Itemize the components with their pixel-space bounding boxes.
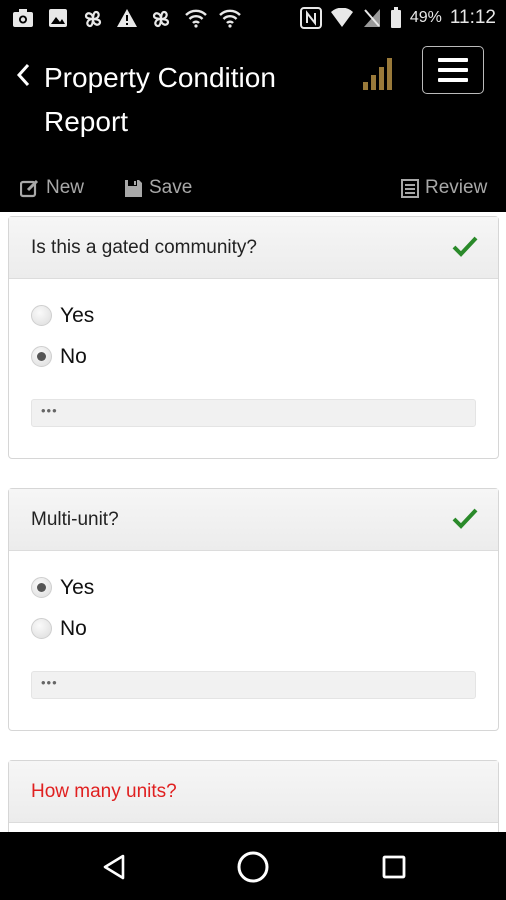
option-no[interactable]: No <box>9 608 498 649</box>
checkmark-icon <box>452 508 478 529</box>
menu-button[interactable] <box>422 46 484 94</box>
radio-button[interactable] <box>31 618 52 639</box>
signal-bars-icon <box>363 58 392 90</box>
no-sim-icon <box>363 9 380 27</box>
wifi-icon <box>219 9 241 28</box>
app-header: Property Condition Report New Save Revie… <box>0 36 506 212</box>
camera-icon <box>13 9 33 27</box>
question-label-required: How many units? <box>31 781 177 802</box>
list-document-icon <box>401 178 419 198</box>
question-header: How many units? <box>9 761 498 823</box>
question-label: Is this a gated community? <box>31 237 257 258</box>
battery-icon <box>390 7 401 28</box>
review-label: Review <box>425 177 488 198</box>
question-card-units: How many units? <box>8 760 499 832</box>
triangle-back-icon <box>103 854 125 880</box>
question-card-multi-unit: Multi-unit? Yes No ••• <box>8 488 499 731</box>
question-label: Multi-unit? <box>31 509 119 530</box>
form-content: Is this a gated community? Yes No ••• Mu… <box>0 212 506 832</box>
square-recents-icon <box>382 855 406 879</box>
question-header: Multi-unit? <box>9 489 498 551</box>
wifi-icon <box>185 9 207 28</box>
option-label: Yes <box>60 303 95 327</box>
clock: 11:12 <box>449 7 496 28</box>
new-label: New <box>46 177 85 198</box>
option-label: Yes <box>60 575 95 599</box>
toolbar: New Save Review <box>0 172 506 204</box>
status-right-group: 49% 11:12 <box>299 0 496 36</box>
option-yes[interactable]: Yes <box>9 567 498 608</box>
chevron-left-icon <box>16 63 30 87</box>
nav-home-button[interactable] <box>235 849 271 885</box>
question-card-gated-community: Is this a gated community? Yes No ••• <box>8 216 499 459</box>
warning-icon <box>117 9 137 27</box>
question-header: Is this a gated community? <box>9 217 498 279</box>
options-group: Yes No <box>9 279 498 377</box>
radio-button-selected[interactable] <box>31 577 52 598</box>
nav-back-button[interactable] <box>96 849 132 885</box>
nfc-icon <box>299 7 322 29</box>
pinwheel-icon <box>84 10 102 28</box>
status-bar: 49% 11:12 <box>0 0 506 36</box>
comment-field[interactable]: ••• <box>31 399 476 427</box>
radio-button-selected[interactable] <box>31 346 52 367</box>
options-group: Yes No <box>9 551 498 649</box>
new-button[interactable]: New <box>20 172 84 204</box>
wifi-signal-icon <box>330 8 353 27</box>
option-yes[interactable]: Yes <box>9 295 498 336</box>
image-icon <box>49 9 67 27</box>
checkmark-icon <box>452 236 478 257</box>
option-no[interactable]: No <box>9 336 498 377</box>
hamburger-icon <box>438 58 468 62</box>
battery-percent: 49% <box>409 9 442 26</box>
comment-field[interactable]: ••• <box>31 671 476 699</box>
back-button[interactable] <box>10 58 36 92</box>
review-button[interactable]: Review <box>401 172 487 204</box>
nav-recents-button[interactable] <box>376 849 412 885</box>
save-button[interactable]: Save <box>124 172 192 204</box>
circle-home-icon <box>237 851 269 883</box>
pinwheel-icon <box>152 10 170 28</box>
edit-icon <box>20 179 39 198</box>
floppy-disk-icon <box>125 179 142 197</box>
system-nav-bar <box>0 832 506 900</box>
option-label: No <box>60 344 87 368</box>
page-title: Property Condition Report <box>44 62 276 137</box>
save-label: Save <box>149 177 193 198</box>
option-label: No <box>60 616 87 640</box>
radio-button[interactable] <box>31 305 52 326</box>
